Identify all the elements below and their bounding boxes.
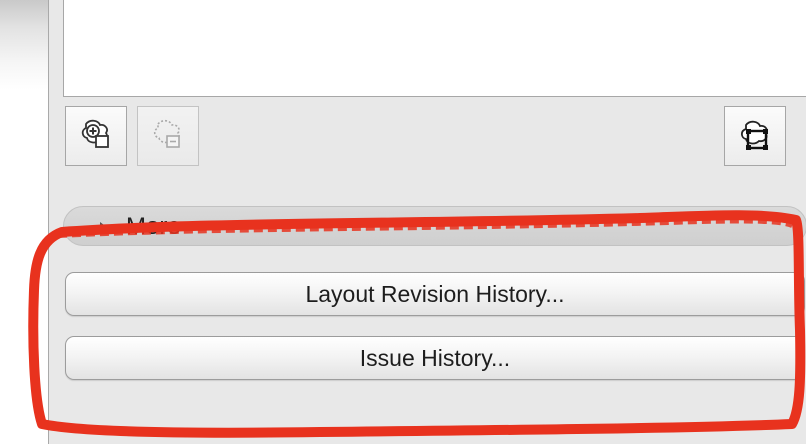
add-shape-button[interactable] — [65, 106, 127, 166]
edit-shape-icon — [740, 120, 768, 150]
more-disclosure[interactable]: More — [63, 206, 806, 246]
shape-list[interactable] — [63, 0, 806, 97]
disclosure-triangle-icon[interactable] — [100, 222, 108, 234]
layout-revision-history-button[interactable]: Layout Revision History... — [65, 272, 805, 316]
edit-shape-button[interactable] — [724, 106, 786, 166]
remove-shape-icon — [153, 119, 180, 148]
inspector-panel: More Layout Revision History... Issue Hi… — [48, 0, 806, 444]
remove-shape-button[interactable] — [137, 106, 199, 166]
more-label: More — [126, 213, 181, 240]
issue-history-button[interactable]: Issue History... — [65, 336, 805, 380]
add-shape-icon — [81, 119, 109, 148]
